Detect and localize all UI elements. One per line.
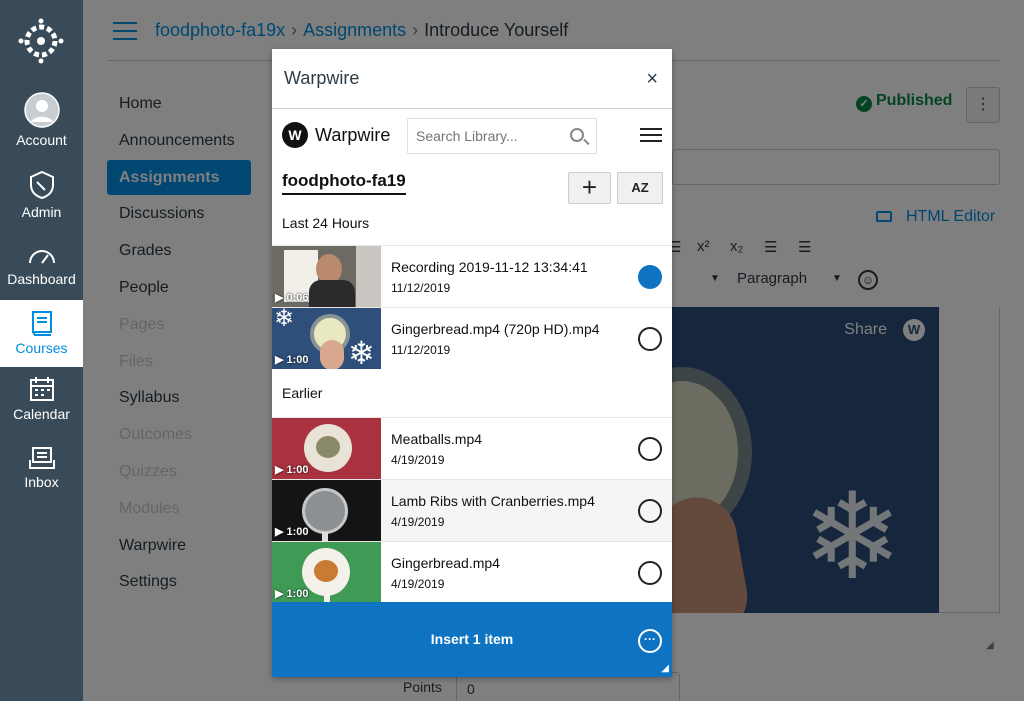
video-item[interactable]: ❄ ❄ ▶ 1:00 Gingerbread.mp4 (720p HD).mp4… [272,307,672,369]
nav-account-label: Account [16,132,67,148]
sort-button[interactable]: AZ [617,172,663,204]
insert-bar: Insert 1 item ··· ◢ [272,602,672,677]
account-icon [23,92,60,128]
video-thumbnail: ▶ 0:06 [272,246,381,307]
insert-button[interactable]: Insert 1 item [272,631,672,647]
more-options-icon[interactable]: ··· [638,629,662,653]
video-thumbnail: ❄ ❄ ▶ 1:00 [272,308,381,369]
video-title: Gingerbread.mp4 (720p HD).mp4 [391,321,600,337]
search-input[interactable] [416,128,566,144]
video-title: Gingerbread.mp4 [391,555,500,571]
nav-admin-label: Admin [21,204,62,220]
plus-icon: + [581,172,598,202]
select-radio[interactable] [638,327,662,351]
video-date: 11/12/2019 [391,343,451,357]
close-icon[interactable]: × [646,69,658,89]
warpwire-logo-icon: W [282,122,308,148]
warpwire-dialog: Warpwire × W Warpwire foodphoto-fa19 + A… [272,49,672,677]
sort-az-icon: AZ [631,180,649,195]
video-thumbnail: ▶ 1:00 [272,418,381,479]
hamburger-menu-icon[interactable] [640,128,662,144]
video-date: 4/19/2019 [391,515,445,529]
video-date: 11/12/2019 [391,281,451,295]
dialog-title: Warpwire [284,68,360,88]
admin-icon [29,170,54,200]
nav-dashboard-label: Dashboard [7,271,76,287]
nav-courses[interactable]: Courses [0,300,83,367]
video-thumbnail: ▶ 1:00 [272,542,381,603]
nav-courses-label: Courses [15,340,68,356]
global-nav: Account Admin Dashboard Courses Calendar… [0,0,83,701]
video-duration: ▶ 1:00 [275,354,309,366]
section-earlier: Earlier [282,385,323,401]
video-title: Recording 2019-11-12 13:34:41 [391,259,588,275]
video-date: 4/19/2019 [391,453,445,467]
select-radio[interactable] [638,561,662,585]
video-date: 4/19/2019 [391,577,445,591]
dashboard-icon [28,250,55,264]
search-box [407,118,597,154]
canvas-logo-icon[interactable] [18,18,64,64]
video-item[interactable]: ▶ 1:00 Lamb Ribs with Cranberries.mp4 4/… [272,479,672,541]
video-thumbnail: ▶ 1:00 [272,480,381,541]
nav-account[interactable]: Account [0,92,83,148]
dialog-header: Warpwire × [272,49,672,109]
video-item[interactable]: ▶ 1:00 Meatballs.mp4 4/19/2019 [272,417,672,479]
snowflake-icon: ❄ [348,335,375,369]
calendar-icon [29,377,54,401]
add-button[interactable]: + [568,172,611,204]
inbox-icon [28,447,55,469]
video-title: Meatballs.mp4 [391,431,483,447]
search-icon[interactable] [570,128,584,142]
nav-calendar-label: Calendar [13,406,70,422]
video-duration: ▶ 1:00 [275,588,309,600]
video-item[interactable]: ▶ 0:06 Recording 2019-11-12 13:34:41 11/… [272,245,672,307]
video-title: Lamb Ribs with Cranberries.mp4 [391,493,595,509]
video-item[interactable]: ▶ 1:00 Gingerbread.mp4 4/19/2019 [272,541,672,603]
select-radio[interactable] [638,265,662,289]
library-name[interactable]: foodphoto-fa19 [282,171,406,195]
nav-admin[interactable]: Admin [0,170,83,220]
video-duration: ▶ 1:00 [275,526,309,538]
warpwire-toolbar: W Warpwire [272,109,672,163]
section-last-24-hours: Last 24 Hours [282,215,370,231]
video-duration: ▶ 0:06 [275,292,309,304]
warpwire-brand: Warpwire [315,125,391,145]
select-radio[interactable] [638,437,662,461]
courses-icon [31,311,52,336]
nav-calendar[interactable]: Calendar [0,376,83,422]
nav-inbox[interactable]: Inbox [0,446,83,490]
snowflake-icon: ❄ [274,308,295,332]
nav-inbox-label: Inbox [24,474,59,490]
resize-grip-icon[interactable]: ◢ [661,663,669,674]
video-duration: ▶ 1:00 [275,464,309,476]
nav-dashboard[interactable]: Dashboard [0,243,83,287]
select-radio[interactable] [638,499,662,523]
